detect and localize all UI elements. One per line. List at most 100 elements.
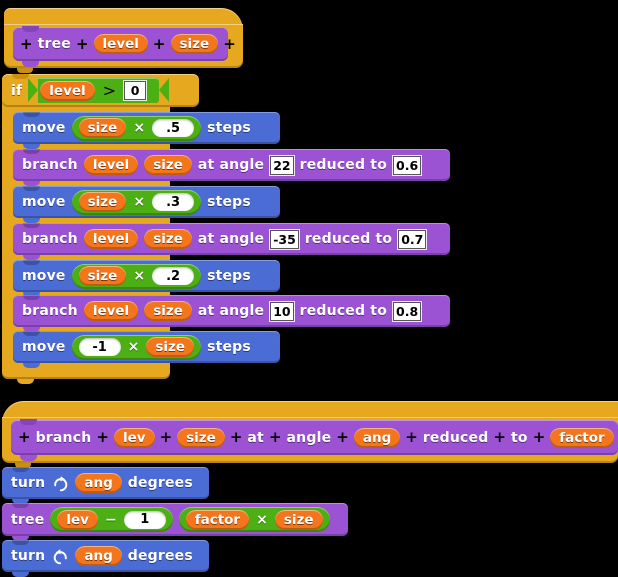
move-block-3[interactable]: move size × .2 steps [13,260,280,297]
multiply-operator-5[interactable]: factor × size [178,507,330,532]
multiply-operator-3[interactable]: size × .2 [71,263,202,289]
predicate-body[interactable]: level > 0 [38,78,160,103]
arg-level[interactable]: level [83,229,139,249]
reduction-input-2[interactable]: 0.7 [398,229,427,249]
angle-input-2[interactable]: -35 [270,229,299,249]
var-label: size [155,339,186,355]
var-label: level [92,303,130,319]
plus-icon[interactable]: + [76,36,89,52]
greater-than-predicate[interactable]: level > 0 [28,78,170,103]
arg-level[interactable]: level [83,155,139,175]
prototype-name: branch [35,429,92,446]
reduction-input-1[interactable]: 0.6 [393,155,422,175]
branch-prototype[interactable]: + branch + lev + size + at + angle + ang… [11,419,618,461]
angle-value: -35 [273,231,296,247]
turn-clockwise-block[interactable]: turn ang degrees [2,467,209,504]
negative-one-input[interactable]: -1 [78,338,121,356]
param-factor[interactable]: factor [550,427,614,448]
plus-icon[interactable]: + [533,430,546,445]
turn-counterclockwise-block[interactable]: turn ang degrees [2,540,209,577]
arg-level[interactable]: level [83,301,139,321]
var-factor[interactable]: factor [185,509,250,530]
turn-counterclockwise-icon [51,547,69,565]
param-ang[interactable]: ang [353,427,401,448]
turn-clockwise-icon [51,474,69,492]
times-symbol: × [256,511,268,528]
script-canvas: + tree + level + size + if level > 0 mov… [0,0,618,577]
at-word: at [247,429,264,446]
arg-size[interactable]: size [144,229,192,249]
tree-hat-bottom-notch [17,68,33,73]
var-label: level [92,231,130,247]
minus-operator[interactable]: lev − 1 [50,507,173,532]
arg-size[interactable]: size [144,155,192,175]
factor-input-1[interactable]: .5 [152,119,195,137]
move-keyword: move [22,339,66,355]
branch-block-1[interactable]: branch level size at angle 22 reduced to… [13,149,450,186]
to-word: to [511,429,528,446]
var-level[interactable]: level [40,80,95,101]
var-size[interactable]: size [78,192,127,212]
reduction-value: 0.6 [396,157,419,173]
threshold-value: 0 [130,83,140,98]
factor-input-2[interactable]: .3 [152,193,195,211]
var-ang[interactable]: ang [75,473,122,493]
plus-icon[interactable]: + [493,430,506,445]
var-size[interactable]: size [78,118,127,138]
param-size[interactable]: size [177,427,225,448]
turn-keyword: turn [11,548,46,564]
multiply-operator-4[interactable]: -1 × size [71,334,202,360]
factor-value: .5 [166,120,181,136]
angle-value: 10 [273,303,291,319]
tree-call-block[interactable]: tree lev − 1 factor × size [2,503,348,541]
times-symbol: × [133,268,146,284]
angle-input-3[interactable]: 10 [270,301,294,321]
branch-block-3[interactable]: branch level size at angle 10 reduced to… [13,295,450,332]
angle-input-1[interactable]: 22 [270,155,294,175]
reduction-input-3[interactable]: 0.8 [393,301,422,321]
param-lev[interactable]: lev [113,427,155,448]
degrees-label: degrees [127,548,193,564]
move-keyword: move [22,120,66,136]
steps-label: steps [207,268,251,284]
plus-icon[interactable]: + [269,430,282,445]
move-block-1[interactable]: move size × .5 steps [13,112,280,149]
move-block-2[interactable]: move size × .3 steps [13,186,280,223]
arg-size[interactable]: size [144,301,192,321]
var-lev[interactable]: lev [57,509,98,530]
param-level[interactable]: level [93,34,148,54]
at-angle-label: at angle [197,157,265,173]
var-label: size [153,303,183,319]
move-keyword: move [22,194,66,210]
threshold-input[interactable]: 0 [124,81,147,100]
plus-icon[interactable]: + [153,36,166,52]
var-size[interactable]: size [78,266,127,286]
plus-icon[interactable]: + [223,36,236,52]
var-size[interactable]: size [274,509,323,530]
plus-icon[interactable]: + [230,430,243,445]
one-input[interactable]: 1 [123,510,166,529]
reduced-word: reduced [422,429,489,446]
steps-label: steps [207,194,251,210]
times-symbol: × [127,339,140,355]
multiply-operator-2[interactable]: size × .3 [71,189,202,215]
tree-keyword: tree [11,511,45,528]
plus-icon[interactable]: + [20,36,33,52]
var-ang[interactable]: ang [75,546,122,566]
var-label: level [92,157,130,173]
tree-prototype[interactable]: + tree + level + size + [13,26,236,67]
branch-block-2[interactable]: branch level size at angle -35 reduced t… [13,223,450,260]
plus-icon[interactable]: + [160,430,173,445]
var-size[interactable]: size [146,337,195,357]
plus-icon[interactable]: + [336,430,349,445]
param-label: size [179,36,210,52]
move-block-4[interactable]: move -1 × size steps [13,331,280,368]
param-size[interactable]: size [170,34,219,54]
plus-icon[interactable]: + [96,430,109,445]
reduction-value: 0.8 [396,303,419,319]
branch-keyword: branch [22,157,78,173]
plus-icon[interactable]: + [18,430,31,445]
plus-icon[interactable]: + [405,430,418,445]
factor-input-3[interactable]: .2 [152,267,195,285]
multiply-operator-1[interactable]: size × .5 [71,115,202,141]
